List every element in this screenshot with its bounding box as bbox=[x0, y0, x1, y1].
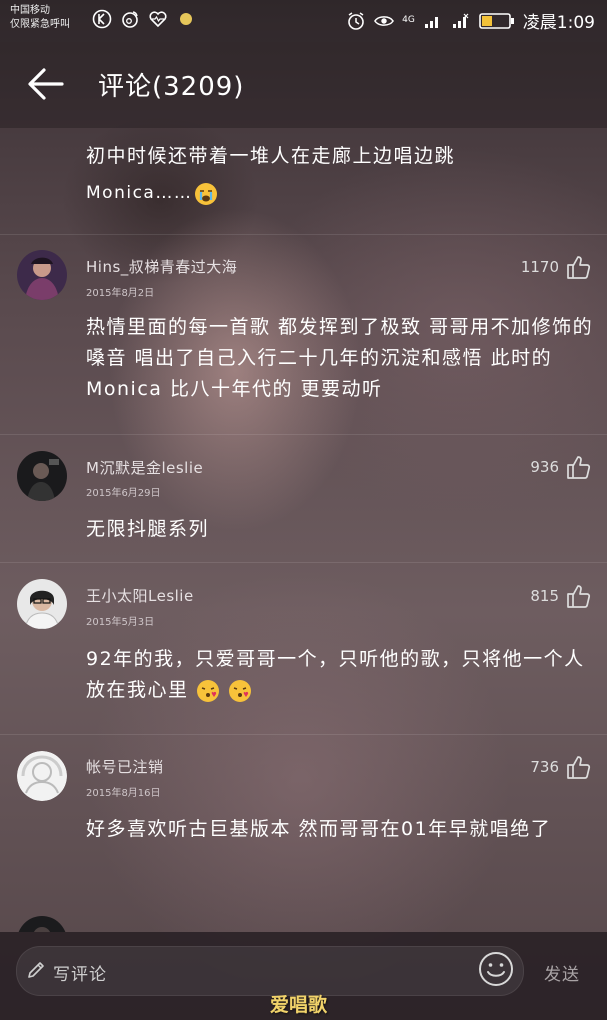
weibo-icon bbox=[120, 9, 140, 29]
comment-date: 2015年6月29日 bbox=[86, 488, 161, 499]
no-signal-icon bbox=[451, 11, 471, 31]
comment-text: 热情里面的每一首歌 都发挥到了极致 哥哥用不加修饰的嗓音 唱出了自己入行二十几年… bbox=[86, 316, 594, 400]
avatar[interactable] bbox=[17, 579, 67, 629]
back-button[interactable] bbox=[22, 64, 70, 104]
comment-text: Monica…… bbox=[86, 183, 193, 203]
emoji-button[interactable] bbox=[478, 951, 514, 987]
like-button[interactable]: 936 bbox=[530, 454, 591, 480]
notification-dot-icon bbox=[176, 9, 196, 29]
battery-icon bbox=[479, 11, 515, 31]
pencil-icon bbox=[28, 962, 44, 978]
comment-username[interactable]: Hins_叔梯青春过大海 bbox=[86, 256, 237, 277]
comment-text-line-2: Monica…… bbox=[86, 178, 586, 209]
comment-text-block: 92年的我，只爱哥哥一个，只听他的歌，只将他一个人放在我心里 bbox=[86, 644, 586, 706]
clock: 凌晨1:09 bbox=[522, 13, 595, 33]
watermark: 爱唱歌 bbox=[270, 994, 328, 1016]
comment-date: 2015年5月3日 bbox=[86, 617, 155, 628]
status-bar: 中国移动 仅限紧急呼叫 4G 凌晨1:09 bbox=[0, 0, 607, 42]
alarm-icon bbox=[346, 11, 366, 31]
divider bbox=[0, 562, 607, 563]
eye-comfort-icon bbox=[374, 11, 395, 31]
comment-date: 2015年8月2日 bbox=[86, 288, 155, 299]
carrier-info: 中国移动 仅限紧急呼叫 bbox=[10, 4, 70, 32]
like-button[interactable]: 736 bbox=[530, 754, 591, 780]
thumbs-up-icon bbox=[567, 756, 591, 779]
crying-emoji-icon bbox=[194, 182, 218, 206]
comment-continuation: 初中时候还带着一堆人在走廊上边唱边跳 Monica…… bbox=[86, 141, 586, 209]
comment-item: M沉默是金leslie 2015年6月29日 936 无限抖腿系列 bbox=[0, 434, 607, 562]
like-count: 936 bbox=[530, 458, 559, 476]
thumbs-up-icon bbox=[567, 256, 591, 279]
like-button[interactable]: 1170 bbox=[521, 254, 591, 280]
smile-icon bbox=[479, 952, 513, 986]
like-count: 1170 bbox=[520, 258, 559, 276]
network-type: 4G bbox=[402, 15, 415, 25]
avatar[interactable] bbox=[17, 451, 67, 501]
comment-username[interactable]: 帐号已注销 bbox=[86, 756, 164, 777]
divider bbox=[0, 434, 607, 435]
carrier-emergency: 仅限紧急呼叫 bbox=[10, 19, 70, 30]
comment-input-placeholder: 写评论 bbox=[53, 965, 107, 985]
comment-item: 王小太阳Leslie 2015年5月3日 815 92年的我，只爱哥哥一个，只听… bbox=[0, 562, 607, 734]
thumbs-up-icon bbox=[567, 456, 591, 479]
comment-date: 2015年8月16日 bbox=[86, 788, 161, 799]
comment-item: 帐号已注销 2015年8月16日 736 好多喜欢听古巨基版本 然而哥哥在01年… bbox=[0, 734, 607, 904]
divider bbox=[0, 734, 607, 735]
avatar[interactable] bbox=[17, 751, 67, 801]
kiss-emoji-icon bbox=[196, 679, 220, 703]
avatar[interactable] bbox=[17, 250, 67, 300]
page-title: 评论(3209) bbox=[98, 72, 245, 102]
thumbs-up-icon bbox=[567, 585, 591, 608]
divider bbox=[0, 234, 607, 235]
avatar[interactable] bbox=[17, 916, 67, 932]
comment-text: 92年的我，只爱哥哥一个，只听他的歌，只将他一个人放在我心里 bbox=[86, 648, 585, 701]
comment-item-partial bbox=[0, 904, 607, 932]
comment-username[interactable]: M沉默是金leslie bbox=[86, 457, 203, 478]
like-count: 736 bbox=[530, 758, 559, 776]
arrow-left-icon bbox=[28, 68, 64, 100]
like-count: 815 bbox=[530, 587, 559, 605]
carrier-name: 中国移动 bbox=[10, 5, 50, 16]
comment-item: Hins_叔梯青春过大海 2015年8月2日 1170 热情里面的每一首歌 都发… bbox=[0, 234, 607, 434]
send-button[interactable]: 发送 bbox=[544, 960, 580, 985]
comment-input[interactable]: 写评论 bbox=[16, 946, 524, 996]
k-app-icon bbox=[92, 9, 112, 29]
comment-text: 好多喜欢听古巨基版本 然而哥哥在01年早就唱绝了 bbox=[86, 818, 552, 840]
comment-text: 无限抖腿系列 bbox=[86, 518, 210, 540]
like-button[interactable]: 815 bbox=[530, 583, 591, 609]
comment-text-line: 初中时候还带着一堆人在走廊上边唱边跳 bbox=[86, 145, 456, 167]
kiss-emoji-icon bbox=[228, 679, 252, 703]
health-heart-icon bbox=[148, 9, 168, 29]
signal-icon bbox=[423, 11, 443, 31]
page-header: 评论(3209) bbox=[0, 42, 607, 128]
comment-username[interactable]: 王小太阳Leslie bbox=[86, 585, 194, 606]
